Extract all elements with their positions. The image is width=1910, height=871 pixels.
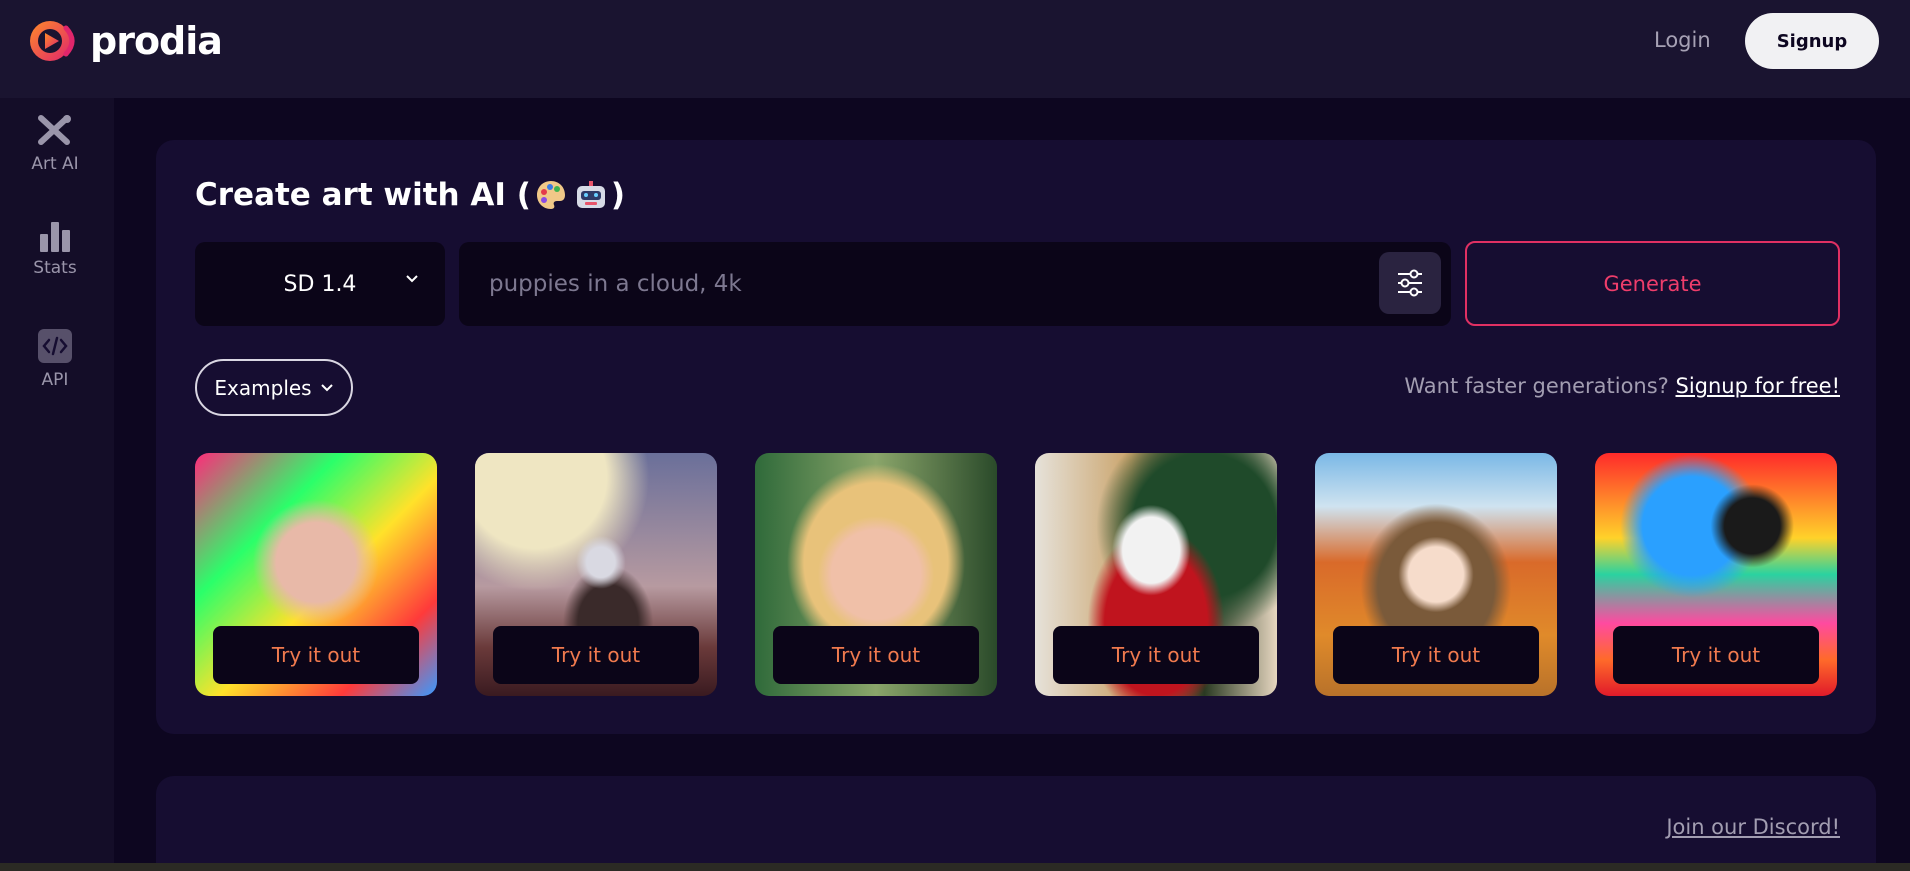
sidebar-item-art-ai[interactable]: Art AI bbox=[0, 114, 110, 174]
example-tile[interactable]: Try it out bbox=[1595, 453, 1837, 696]
brand-name: prodia bbox=[90, 19, 223, 63]
title-end: ) bbox=[610, 177, 626, 213]
sidebar-item-label: Stats bbox=[33, 258, 77, 278]
chevron-down-icon bbox=[406, 275, 418, 283]
sidebar-item-label: Art AI bbox=[31, 154, 79, 174]
top-header: prodia Login Signup bbox=[0, 0, 1910, 98]
prompt-box bbox=[459, 242, 1451, 326]
example-tile[interactable]: Try it out bbox=[1315, 453, 1557, 696]
model-select[interactable]: SD 1.4 bbox=[195, 242, 445, 326]
login-link[interactable]: Login bbox=[1654, 28, 1711, 52]
robot-emoji-icon bbox=[576, 181, 605, 208]
prompt-input[interactable] bbox=[489, 264, 1309, 304]
try-it-out-button[interactable]: Try it out bbox=[493, 626, 699, 684]
sidebar-item-api[interactable]: API bbox=[0, 328, 110, 390]
try-it-out-button[interactable]: Try it out bbox=[1333, 626, 1539, 684]
generate-button[interactable]: Generate bbox=[1465, 241, 1840, 326]
prodia-logo-icon bbox=[30, 21, 75, 61]
try-it-out-button[interactable]: Try it out bbox=[1613, 626, 1819, 684]
sidebar: Art AI Stats API bbox=[0, 98, 114, 871]
signup-button[interactable]: Signup bbox=[1745, 13, 1879, 69]
sidebar-item-stats[interactable]: Stats bbox=[0, 220, 110, 278]
title-text: Create art with AI ( bbox=[195, 177, 531, 213]
example-tile[interactable]: Try it out bbox=[195, 453, 437, 696]
bottom-strip bbox=[0, 863, 1910, 871]
examples-label: Examples bbox=[214, 375, 312, 400]
code-icon bbox=[38, 329, 72, 363]
sliders-icon bbox=[1398, 269, 1422, 297]
signup-promo: Want faster generations? Signup for free… bbox=[1340, 374, 1840, 398]
examples-button[interactable]: Examples bbox=[195, 359, 353, 416]
palette-emoji-icon bbox=[536, 181, 565, 209]
promo-text: Want faster generations? bbox=[1404, 374, 1669, 398]
example-tile[interactable]: Try it out bbox=[475, 453, 717, 696]
logo[interactable]: prodia bbox=[26, 18, 223, 64]
discord-link[interactable]: Join our Discord! bbox=[1560, 815, 1840, 839]
example-tile[interactable]: Try it out bbox=[755, 453, 997, 696]
try-it-out-button[interactable]: Try it out bbox=[1053, 626, 1259, 684]
example-tile[interactable]: Try it out bbox=[1035, 453, 1277, 696]
try-it-out-button[interactable]: Try it out bbox=[773, 626, 979, 684]
bar-chart-icon bbox=[40, 222, 70, 252]
settings-button[interactable] bbox=[1379, 252, 1441, 314]
chevron-down-icon bbox=[320, 383, 333, 391]
model-select-value: SD 1.4 bbox=[283, 271, 357, 297]
try-it-out-button[interactable]: Try it out bbox=[213, 626, 419, 684]
sidebar-item-label: API bbox=[41, 370, 69, 390]
page-title: Create art with AI ( ) bbox=[195, 177, 625, 213]
signup-free-link[interactable]: Signup for free! bbox=[1676, 374, 1841, 398]
brush-icon bbox=[38, 115, 71, 145]
